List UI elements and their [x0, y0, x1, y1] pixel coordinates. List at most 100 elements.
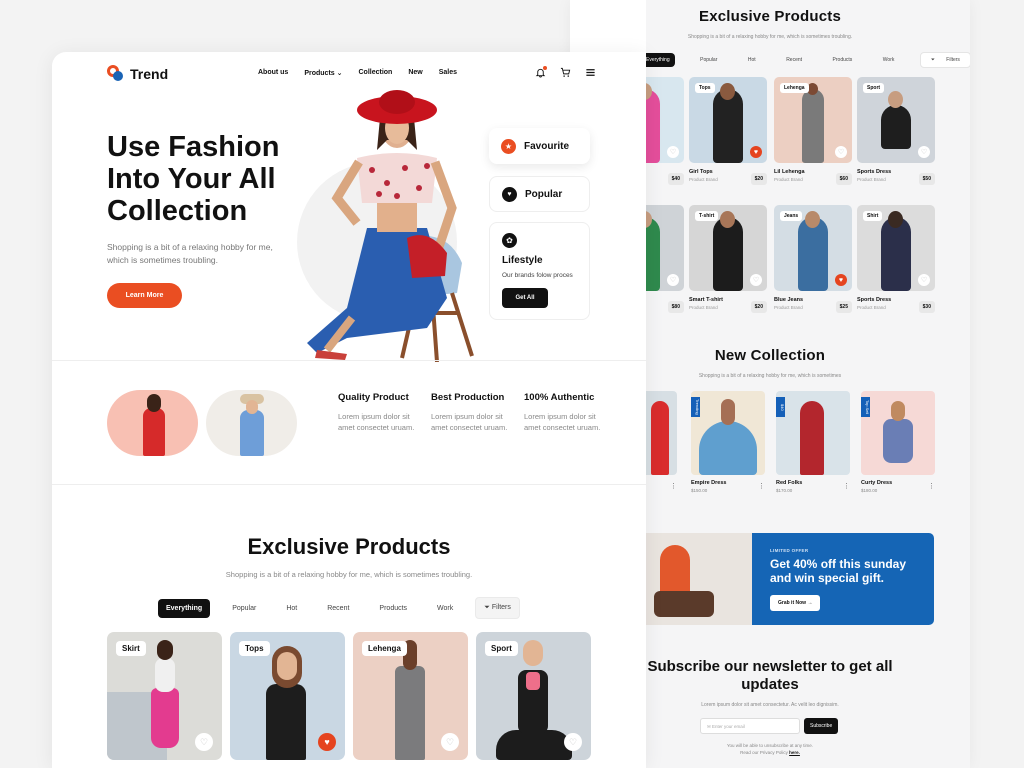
mail-icon: ✉	[707, 724, 711, 729]
filter-recent[interactable]: Recent	[319, 599, 357, 618]
heart-icon[interactable]: ♡	[564, 733, 582, 751]
nav-collection[interactable]: Collection	[359, 69, 393, 77]
cart-icon[interactable]	[560, 67, 571, 81]
newsletter-form: ✉ Enter your email Subscribe	[700, 718, 839, 734]
product-card-skirt[interactable]: Skirt ♡	[107, 632, 222, 760]
more-icon[interactable]: ⋮	[843, 482, 850, 490]
divider	[52, 484, 646, 485]
star-icon: ★	[501, 138, 516, 154]
product-card[interactable]: ♡ $40	[646, 77, 684, 185]
product-card-tops[interactable]: Tops ♥	[230, 632, 345, 760]
more-icon[interactable]: ⋮	[670, 482, 677, 490]
filter-popular[interactable]: Popular	[695, 53, 722, 67]
more-icon[interactable]: ⋮	[758, 482, 765, 490]
product-tag: Sport	[485, 641, 518, 656]
header-icons	[535, 66, 596, 81]
product-card[interactable]: Lehenga ♡ Lil Lehenga Product Brand $60	[774, 77, 852, 185]
filter-hot[interactable]: Hot	[278, 599, 305, 618]
filter-products[interactable]: Products	[371, 599, 415, 618]
product-card[interactable]: Tops ♥ Girl Tops Product Brand $20	[689, 77, 767, 185]
product-price: $25	[835, 301, 852, 313]
top-nav: About us Products ⌄ Collection New Sales	[258, 69, 457, 77]
filter-products[interactable]: Products	[828, 53, 858, 67]
new-collection-subtitle: Shopping is a bit of a relaxing hobby fo…	[698, 373, 842, 379]
filter-everything[interactable]: Everything	[158, 598, 211, 618]
filter-icon: ⏷	[484, 604, 490, 611]
filter-everything[interactable]: Everything	[646, 53, 675, 67]
nav-new[interactable]: New	[408, 69, 422, 77]
heart-icon[interactable]: ♡	[750, 274, 762, 286]
filter-popular[interactable]: Popular	[224, 599, 264, 618]
product-card[interactable]: Jeans ♥ Blue Jeans Product Brand $25	[774, 205, 852, 313]
filter-work[interactable]: Work	[878, 53, 900, 67]
filter-icon: ⏷	[930, 57, 935, 63]
feature-image-red-dress	[107, 390, 198, 456]
email-input[interactable]: ✉ Enter your email	[700, 718, 800, 734]
collection-card[interactable]: Trending Empire Dress $150.00 ⋮	[691, 391, 765, 493]
product-card-sport[interactable]: Sport ♡	[476, 632, 591, 760]
filters-button[interactable]: ⏷ Filters	[475, 597, 520, 619]
heart-icon[interactable]: ♥	[750, 146, 762, 158]
heart-icon[interactable]: ♡	[441, 733, 459, 751]
feature-production: Best Production Lorem ipsum dolor sit am…	[431, 392, 511, 433]
product-price: $20	[750, 173, 767, 185]
product-card[interactable]: Sport ♡ Sports Dress Product Brand $50	[857, 77, 935, 185]
grab-it-now-button[interactable]: Grab it Now →	[770, 595, 821, 611]
feature-image-blue-dress	[206, 390, 297, 456]
collection-card[interactable]: Top Sell Curty Dress $180.00 ⋮	[861, 391, 935, 493]
menu-icon[interactable]	[585, 67, 596, 81]
email-placeholder: Enter your email	[712, 724, 745, 729]
filter-tabs: Everything Popular Hot Recent Products W…	[158, 597, 534, 619]
collection-card[interactable]: es ⋮	[646, 391, 677, 490]
newsletter-title: Subscribe our newsletter to get all upda…	[647, 658, 893, 693]
heart-icon[interactable]: ♥	[835, 274, 847, 286]
nav-sales[interactable]: Sales	[439, 69, 457, 77]
privacy-link[interactable]: here.	[789, 750, 800, 755]
collection-tag: $40	[776, 397, 785, 417]
nav-products[interactable]: Products ⌄	[304, 69, 342, 77]
product-tag: Shirt	[863, 211, 883, 221]
heart-icon[interactable]: ♡	[667, 274, 679, 286]
filters-button[interactable]: ⏷ Filters	[919, 52, 970, 68]
new-collection-title: New Collection	[714, 347, 826, 364]
heart-icon[interactable]: ♡	[195, 733, 213, 751]
bell-icon[interactable]	[535, 66, 547, 81]
collection-tag: Trending	[691, 397, 700, 417]
filter-work[interactable]: Work	[429, 599, 461, 618]
offer-banner: LIMITED OFFER Get 40% off this sunday an…	[646, 533, 934, 625]
product-tag: Tops	[695, 83, 715, 93]
heart-icon[interactable]: ♥	[318, 733, 336, 751]
feature-quality: Quality Product Lorem ipsum dolor sit am…	[338, 392, 418, 433]
nav-about[interactable]: About us	[258, 69, 288, 77]
product-card-lehenga[interactable]: Lehenga ♡	[353, 632, 468, 760]
heart-icon[interactable]: ♡	[918, 146, 930, 158]
lifestyle-icon: ✿	[502, 233, 517, 248]
learn-more-button[interactable]: Learn More	[107, 283, 182, 308]
get-all-button[interactable]: Get All	[502, 288, 548, 308]
offer-label: LIMITED OFFER	[770, 548, 809, 553]
popular-card[interactable]: ♥ Popular	[489, 176, 590, 212]
filter-hot[interactable]: Hot	[743, 53, 761, 67]
logo-mark-icon	[107, 65, 124, 82]
favourite-card[interactable]: ★ Favourite	[489, 128, 590, 164]
product-card[interactable]: T-shirt ♡ Smart T-shirt Product Brand $2…	[689, 205, 767, 313]
brand-logo[interactable]: Trend	[107, 65, 168, 82]
product-card[interactable]: Shirt ♡ Sports Dress Product Brand $30	[857, 205, 935, 313]
exclusive-products-title: Exclusive Products	[247, 534, 451, 559]
more-icon[interactable]: ⋮	[928, 482, 935, 490]
feature-desc: Lorem ipsum dolor sit amet consectet uru…	[431, 412, 508, 432]
canvas: Exclusive Products Shopping is a bit of …	[0, 0, 1024, 768]
heart-icon[interactable]: ♡	[835, 146, 847, 158]
filter-recent[interactable]: Recent	[781, 53, 807, 67]
lifestyle-desc: Our brands folow proces	[502, 272, 573, 279]
heart-icon[interactable]: ♡	[667, 146, 679, 158]
product-card[interactable]: ♡ $80	[646, 205, 684, 313]
offer-image	[646, 533, 752, 625]
exclusive-products-subtitle: Shopping is a bit of a relaxing hobby fo…	[225, 570, 473, 579]
product-tag: T-shirt	[695, 211, 719, 221]
heart-icon[interactable]: ♡	[918, 274, 930, 286]
collection-card[interactable]: $40 Red Folks $170.00 ⋮	[776, 391, 850, 493]
subscribe-button[interactable]: Subscribe	[804, 718, 839, 734]
product-price: $60	[835, 173, 852, 185]
feature-desc: Lorem ipsum dolor sit amet consectet uru…	[524, 412, 601, 432]
